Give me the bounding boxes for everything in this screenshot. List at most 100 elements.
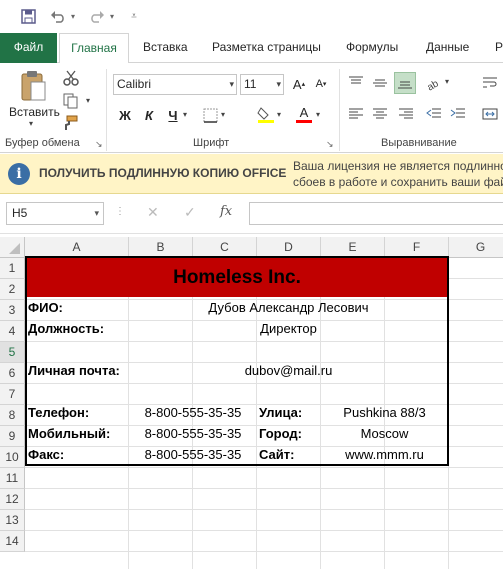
column-header-f[interactable]: F — [385, 237, 449, 258]
save-icon[interactable] — [20, 7, 36, 25]
gridline-h — [25, 530, 503, 531]
row-header-12[interactable]: 12 — [0, 489, 25, 510]
column-header-g[interactable]: G — [449, 237, 503, 258]
column-header-c[interactable]: C — [193, 237, 257, 258]
font-color-dropdown-icon[interactable]: ▾ — [316, 110, 320, 119]
tab-home[interactable]: Главная — [59, 33, 129, 64]
paste-icon[interactable] — [18, 69, 48, 103]
phone-label[interactable]: Телефон: — [28, 402, 89, 423]
underline-button[interactable]: Ч — [164, 106, 182, 124]
row-header-1[interactable]: 1 — [0, 258, 25, 279]
font-color-icon[interactable]: A — [294, 104, 314, 124]
city-label[interactable]: Город: — [259, 423, 302, 444]
fill-color-dropdown-icon[interactable]: ▾ — [277, 110, 281, 119]
position-value[interactable]: Директор — [129, 318, 448, 339]
worksheet-grid[interactable]: ABCDEFG 1 2 3 4 5 6 7 8 9 10 11 12 13 14 Homeless Inc… — [0, 234, 503, 569]
fax-value[interactable]: 8-800-555-35-35 — [129, 444, 257, 465]
format-painter-icon[interactable] — [62, 114, 80, 132]
row-header-4[interactable]: 4 — [0, 321, 25, 342]
borders-dropdown-icon[interactable]: ▾ — [221, 110, 225, 119]
column-header-a[interactable]: A — [25, 237, 129, 258]
fio-value[interactable]: Дубов Александр Лесович — [129, 297, 448, 318]
decrease-indent-icon[interactable] — [424, 104, 444, 124]
row-header-3[interactable]: 3 — [0, 300, 25, 321]
tab-insert[interactable]: Вставка — [143, 33, 188, 63]
copy-dropdown-icon[interactable]: ▾ — [86, 96, 90, 105]
paste-dropdown-icon[interactable]: ▾ — [29, 119, 33, 128]
font-name-select[interactable]: Calibri ▾ — [113, 74, 237, 95]
mobile-value[interactable]: 8-800-555-35-35 — [129, 423, 257, 444]
row-header-6[interactable]: 6 — [0, 363, 25, 384]
enter-icon[interactable]: ✓ — [184, 204, 196, 221]
select-all-button[interactable] — [0, 237, 25, 258]
get-genuine-office-link[interactable]: ПОЛУЧИТЬ ПОДЛИННУЮ КОПИЮ OFFICE — [39, 166, 286, 180]
mobile-label[interactable]: Мобильный: — [28, 423, 110, 444]
customize-toolbar-icon[interactable]: ⩡ — [128, 7, 140, 25]
license-message-line2: сбоев в работе и сохранить ваши фай — [293, 175, 503, 189]
tab-file[interactable]: Файл — [0, 33, 57, 63]
undo-icon[interactable] — [48, 7, 68, 25]
column-header-e[interactable]: E — [321, 237, 385, 258]
site-label[interactable]: Сайт: — [259, 444, 294, 465]
row-header-11[interactable]: 11 — [0, 468, 25, 489]
row-header-7[interactable]: 7 — [0, 384, 25, 405]
align-top-icon[interactable] — [346, 73, 366, 93]
column-header-b[interactable]: B — [129, 237, 193, 258]
cut-icon[interactable] — [62, 69, 80, 87]
tab-formulas[interactable]: Формулы — [346, 33, 398, 63]
email-label[interactable]: Личная почта: — [28, 360, 120, 381]
info-icon: i — [8, 163, 30, 185]
tab-data[interactable]: Данные — [426, 33, 469, 63]
font-size-select[interactable]: 11 ▾ — [240, 74, 284, 95]
site-value[interactable]: www.mmm.ru — [321, 444, 448, 465]
borders-icon[interactable] — [201, 106, 219, 124]
orientation-icon[interactable]: ab — [424, 73, 444, 93]
insert-function-icon[interactable]: fx — [220, 204, 232, 219]
align-bottom-icon[interactable] — [394, 72, 416, 94]
row-header-10[interactable]: 10 — [0, 447, 25, 468]
decrease-font-icon[interactable]: A ▾ — [312, 75, 330, 93]
copy-icon[interactable] — [62, 92, 80, 110]
bold-button[interactable]: Ж — [116, 106, 134, 124]
merge-center-icon[interactable] — [480, 104, 500, 124]
row-header-13[interactable]: 13 — [0, 510, 25, 531]
tab-partial[interactable]: Р — [495, 33, 503, 63]
font-name-value: Calibri — [117, 77, 152, 91]
orientation-dropdown-icon[interactable]: ▾ — [445, 77, 449, 86]
row-header-9[interactable]: 9 — [0, 426, 25, 447]
row-header-5[interactable]: 5 — [0, 342, 25, 363]
align-left-icon[interactable] — [346, 104, 366, 124]
license-message: Ваша лицензия не является подлинно сбоев… — [293, 158, 503, 190]
align-middle-icon[interactable] — [370, 73, 390, 93]
position-label[interactable]: Должность: — [28, 318, 104, 339]
email-value[interactable]: dubov@mail.ru — [129, 360, 448, 381]
city-value[interactable]: Moscow — [321, 423, 448, 444]
phone-value[interactable]: 8-800-555-35-35 — [129, 402, 257, 423]
increase-indent-icon[interactable] — [448, 104, 468, 124]
align-right-icon[interactable] — [396, 104, 416, 124]
undo-dropdown-icon[interactable]: ▾ — [69, 7, 77, 25]
underline-dropdown-icon[interactable]: ▾ — [183, 110, 187, 119]
tab-page-layout[interactable]: Разметка страницы — [212, 33, 321, 63]
cancel-icon[interactable]: ✕ — [147, 204, 159, 221]
fax-label[interactable]: Факс: — [28, 444, 64, 465]
align-center-icon[interactable] — [370, 104, 390, 124]
formula-input[interactable] — [249, 202, 503, 225]
italic-button[interactable]: К — [140, 106, 158, 124]
font-launcher-icon[interactable]: ↘ — [326, 139, 334, 150]
name-box[interactable]: H5 ▾ — [6, 202, 104, 225]
street-value[interactable]: Pushkina 88/3 — [321, 402, 448, 423]
column-header-d[interactable]: D — [257, 237, 321, 258]
clipboard-launcher-icon[interactable]: ↘ — [95, 139, 103, 150]
wrap-text-icon[interactable] — [480, 73, 500, 93]
redo-icon[interactable] — [87, 7, 107, 25]
increase-font-icon[interactable]: A ▴ — [290, 75, 308, 93]
fio-label[interactable]: ФИО: — [28, 297, 63, 318]
fill-color-icon[interactable] — [256, 104, 276, 124]
street-label[interactable]: Улица: — [259, 402, 302, 423]
row-header-8[interactable]: 8 — [0, 405, 25, 426]
row-header-2[interactable]: 2 — [0, 279, 25, 300]
redo-dropdown-icon[interactable]: ▾ — [108, 7, 116, 25]
paste-button[interactable]: Вставить — [9, 105, 60, 119]
row-header-14[interactable]: 14 — [0, 531, 25, 552]
